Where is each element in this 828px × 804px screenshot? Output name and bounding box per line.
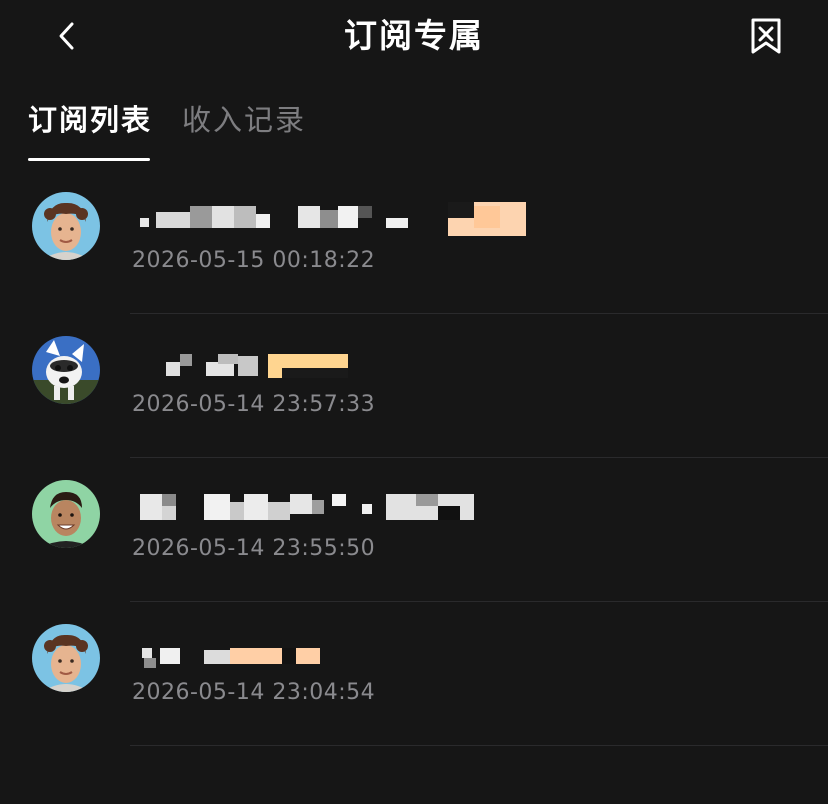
- list-item[interactable]: 2026-05-15 00:18:22: [0, 170, 828, 314]
- avatar[interactable]: [32, 480, 100, 548]
- bookmark-x-icon: [751, 18, 781, 54]
- list-item[interactable]: 2026-05-14 23:55:50: [0, 458, 828, 602]
- redacted-name: [136, 632, 556, 672]
- bookmark-button[interactable]: [746, 16, 786, 56]
- list-item[interactable]: 2026-05-14 23:57:33: [0, 314, 828, 458]
- avatar[interactable]: [32, 624, 100, 692]
- tab-income-records[interactable]: 收入记录: [182, 96, 306, 144]
- avatar[interactable]: [32, 192, 100, 260]
- avatar-man-curly-icon: [32, 192, 100, 260]
- tab-bar: 订阅列表 收入记录: [0, 96, 828, 166]
- timestamp: 2026-05-14 23:04:54: [132, 680, 376, 705]
- timestamp: 2026-05-14 23:55:50: [132, 536, 376, 561]
- redacted-name: [136, 200, 556, 240]
- list-item[interactable]: 2026-05-14 23:04:54: [0, 602, 828, 746]
- avatar-dog-icon: [32, 336, 100, 404]
- redacted-name: [136, 344, 556, 384]
- tab-subscription-list[interactable]: 订阅列表: [28, 96, 152, 144]
- divider: [130, 745, 828, 746]
- timestamp: 2026-05-14 23:57:33: [132, 392, 376, 417]
- active-tab-indicator: [28, 158, 150, 161]
- avatar[interactable]: [32, 336, 100, 404]
- header: 订阅专属: [0, 0, 828, 76]
- avatar-man-curly-icon: [32, 624, 100, 692]
- timestamp: 2026-05-15 00:18:22: [132, 248, 376, 273]
- page-title: 订阅专属: [344, 16, 484, 55]
- redacted-name: [136, 488, 556, 528]
- subscriber-list: 2026-05-15 00:18:22 2026-05-14 23:57:33 …: [0, 170, 828, 746]
- avatar-man-smiling-icon: [32, 480, 100, 548]
